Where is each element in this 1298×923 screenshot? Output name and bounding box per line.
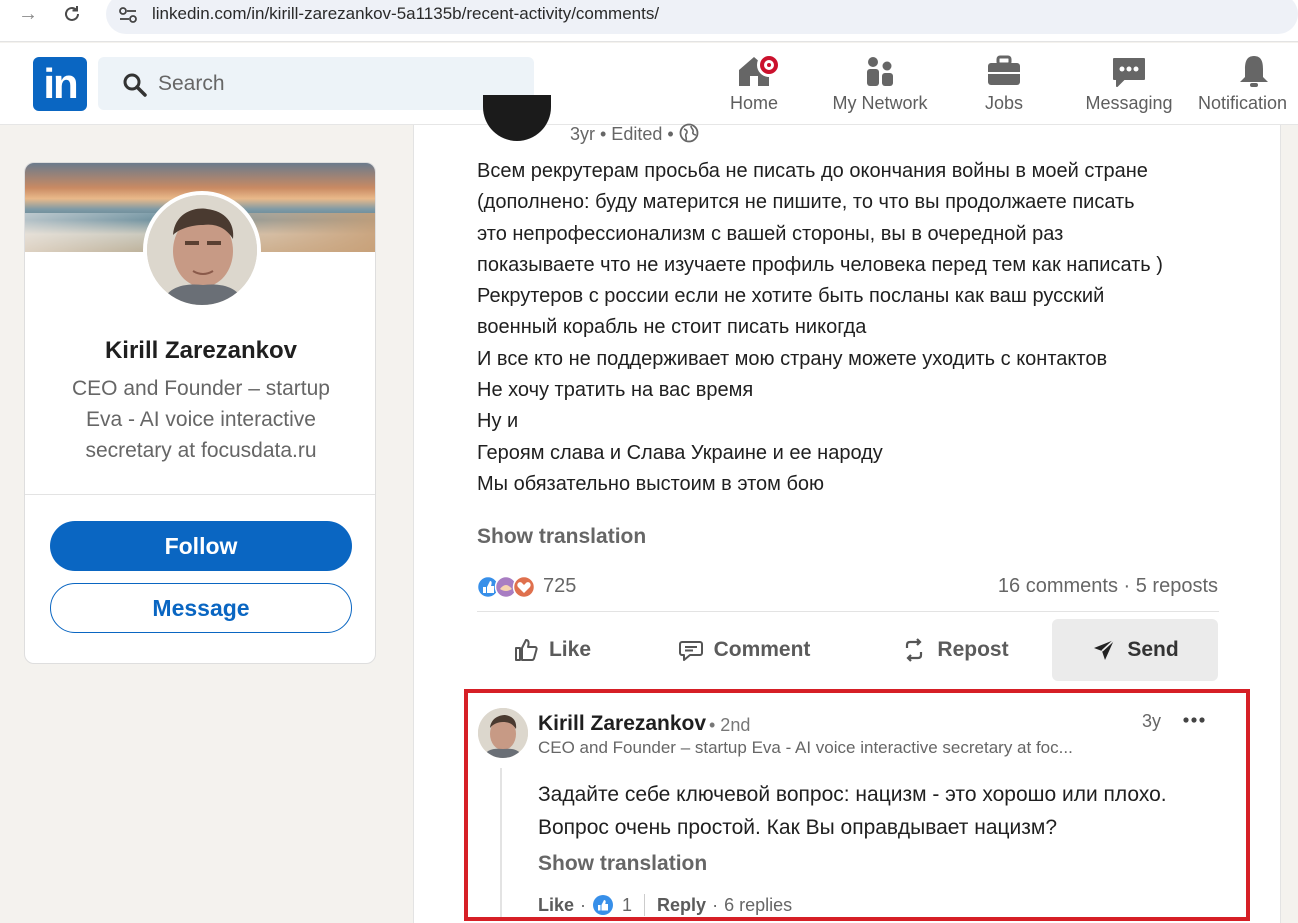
forward-arrow-icon[interactable]: → bbox=[12, 4, 44, 26]
linkedin-logo[interactable]: in bbox=[33, 57, 87, 111]
reload-icon[interactable] bbox=[56, 4, 88, 26]
like-reaction-icon bbox=[593, 895, 614, 915]
profile-headline: CEO and Founder – startup Eva - AI voice… bbox=[72, 377, 330, 462]
thread-line bbox=[500, 768, 502, 918]
nav-notifications[interactable]: Notification bbox=[1198, 53, 1298, 119]
like-button[interactable]: Like bbox=[477, 619, 627, 681]
post-body: Всем рекрутерам просьба не писать до око… bbox=[477, 156, 1237, 500]
profile-name[interactable]: Kirill Zarezankov bbox=[25, 337, 375, 365]
repost-icon bbox=[906, 638, 923, 662]
network-icon bbox=[867, 57, 893, 86]
nav-messaging[interactable]: Messaging bbox=[1078, 53, 1180, 119]
comments-count-link[interactable]: 16 comments bbox=[998, 575, 1118, 597]
comment-button[interactable]: Comment bbox=[660, 619, 828, 681]
repost-button[interactable]: Repost bbox=[880, 619, 1030, 681]
post-meta-text: 3yr • Edited • bbox=[570, 124, 679, 144]
linkedin-top-nav: in Home My Network Jobs Messaging bbox=[0, 43, 1298, 125]
comment-show-translation-link[interactable]: Show translation bbox=[538, 852, 707, 876]
comment-author-name[interactable]: Kirill Zarezankov bbox=[538, 712, 706, 736]
comment-body: Задайте себе ключевой вопрос: нацизм - э… bbox=[538, 778, 1218, 844]
reaction-icons bbox=[477, 575, 536, 599]
post-author-avatar[interactable] bbox=[483, 95, 551, 141]
post-body-line: военный корабль не стоит писать никогда bbox=[477, 316, 867, 339]
comment-actions: Like · 1 Reply · 6 replies bbox=[538, 894, 792, 916]
nav-messaging-label: Messaging bbox=[1085, 93, 1173, 113]
comment-author-avatar[interactable] bbox=[478, 708, 528, 758]
nav-home[interactable]: Home bbox=[722, 53, 786, 119]
post-body-line: (дополнено: буду матерится не пишите, то… bbox=[477, 191, 1135, 214]
message-button[interactable]: Message bbox=[50, 583, 352, 633]
jobs-icon bbox=[988, 55, 1020, 85]
reaction-count: 725 bbox=[543, 575, 577, 597]
divider bbox=[477, 611, 1219, 612]
browser-toolbar: → linkedin.com/in/kirill-zarezankov-5a11… bbox=[0, 0, 1298, 42]
like-label: Like bbox=[548, 638, 592, 661]
messaging-icon bbox=[1113, 58, 1145, 87]
address-bar[interactable]: linkedin.com/in/kirill-zarezankov-5a1135… bbox=[106, 0, 1298, 34]
comment-body-line: Вопрос очень простой. Как Вы оправдывает… bbox=[538, 816, 1058, 839]
social-counts: 16 comments · 5 reposts bbox=[998, 575, 1218, 598]
post-body-line: это непрофессионализм с вашей стороны, в… bbox=[477, 222, 1064, 245]
profile-card: Kirill Zarezankov CEO and Founder – star… bbox=[24, 162, 376, 664]
divider bbox=[644, 894, 646, 916]
comment-label: Comment bbox=[713, 638, 811, 661]
site-info-icon[interactable] bbox=[118, 6, 138, 24]
comment-icon bbox=[678, 641, 703, 661]
more-options-icon[interactable] bbox=[1180, 708, 1208, 732]
separator-dot: · bbox=[712, 894, 719, 915]
nav-network-label: My Network bbox=[832, 93, 928, 113]
post-body-line: Рекрутеров с россии если не хотите быть … bbox=[477, 285, 1105, 308]
replies-count-link[interactable]: 6 replies bbox=[724, 895, 792, 916]
globe-icon bbox=[679, 123, 699, 143]
post-body-line: Героям слава и Слава Украине и ее народу bbox=[477, 441, 883, 464]
divider bbox=[25, 494, 375, 495]
comment-like-count[interactable]: 1 bbox=[622, 895, 632, 916]
bell-icon bbox=[1240, 56, 1268, 87]
repost-label: Repost bbox=[937, 638, 1009, 661]
follow-button[interactable]: Follow bbox=[50, 521, 352, 571]
search-box[interactable] bbox=[98, 57, 534, 110]
nav-my-network[interactable]: My Network bbox=[823, 53, 937, 119]
show-translation-link[interactable]: Show translation bbox=[477, 525, 646, 549]
connection-degree: • 2nd bbox=[709, 715, 751, 735]
comment-like-button[interactable]: Like bbox=[538, 895, 574, 916]
separator-dot: · bbox=[580, 894, 587, 915]
comment-author-headline: CEO and Founder – startup Eva - AI voice… bbox=[538, 738, 1073, 757]
comment-timestamp: 3y bbox=[1142, 711, 1162, 731]
search-icon bbox=[123, 73, 147, 97]
url-text[interactable]: linkedin.com/in/kirill-zarezankov-5a1135… bbox=[152, 4, 659, 24]
post-body-line: Не хочу тратить на вас время bbox=[477, 379, 754, 402]
post-meta: 3yr • Edited • bbox=[570, 123, 699, 145]
send-icon bbox=[1094, 639, 1115, 660]
nav-jobs[interactable]: Jobs bbox=[972, 53, 1036, 119]
comment-reply-button[interactable]: Reply bbox=[657, 895, 706, 916]
nav-notifications-label: Notification bbox=[1198, 93, 1288, 113]
comment-body-line: Задайте себе ключевой вопрос: нацизм - э… bbox=[538, 783, 1167, 806]
nav-jobs-label: Jobs bbox=[984, 93, 1024, 113]
send-button[interactable]: Send bbox=[1052, 619, 1218, 681]
post-body-line: показываете что не изучаете профиль чело… bbox=[477, 253, 1163, 276]
search-input[interactable] bbox=[158, 57, 518, 110]
post-body-line: Мы обязательно выстоим в этом бою bbox=[477, 472, 825, 495]
separator: · bbox=[1117, 575, 1136, 597]
profile-avatar[interactable] bbox=[143, 191, 261, 309]
notification-badge bbox=[757, 53, 781, 77]
thumbs-up-icon bbox=[514, 639, 538, 661]
send-label: Send bbox=[1127, 638, 1179, 661]
post-body-line: Всем рекрутерам просьба не писать до око… bbox=[477, 160, 1148, 182]
post-body-line: Ну и bbox=[477, 410, 519, 433]
reposts-count-link[interactable]: 5 reposts bbox=[1136, 575, 1218, 597]
nav-home-label: Home bbox=[729, 93, 778, 113]
post-body-line: И все кто не поддерживает мою страну мож… bbox=[477, 347, 1108, 370]
